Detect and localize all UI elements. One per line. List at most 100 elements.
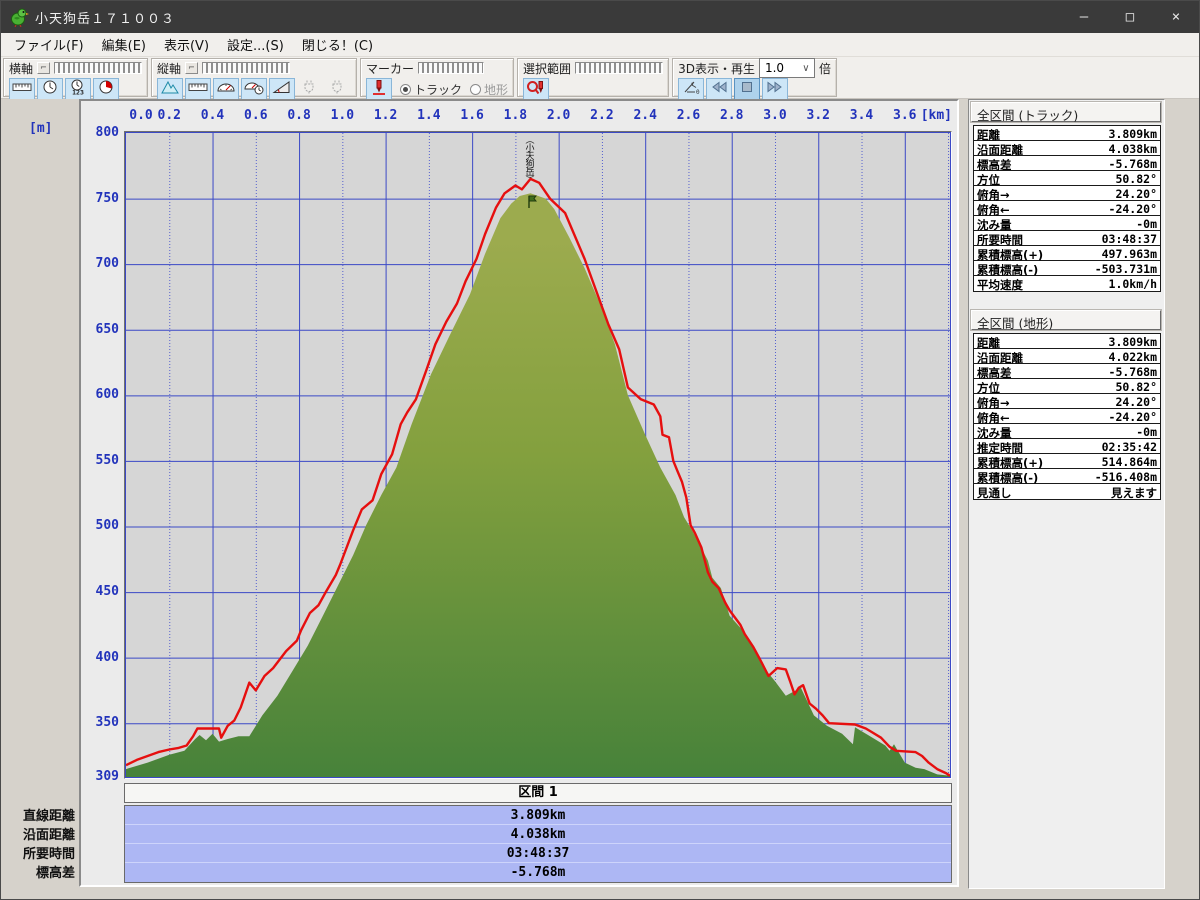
y-pace-button[interactable] xyxy=(241,78,267,100)
view-3d-button[interactable]: 0 xyxy=(678,78,704,100)
x-tick-label: 0.0 xyxy=(126,108,156,123)
close-button[interactable]: × xyxy=(1153,1,1199,33)
y-axis-unit-label: [m] xyxy=(29,121,52,136)
app-window: 小天狗岳１７１００３ – □ × ファイル(F)編集(E)表示(V)設定...(… xyxy=(0,0,1200,900)
x-tick-label: 2.4 xyxy=(630,108,660,123)
x-distance-button[interactable] xyxy=(9,78,35,100)
x-axis-mini-button[interactable]: ⌐ xyxy=(37,62,50,74)
stat-row: 沈み量-0m xyxy=(974,424,1160,439)
maximize-button[interactable]: □ xyxy=(1107,1,1153,33)
menu-item-file[interactable]: ファイル(F) xyxy=(5,33,93,56)
rewind-button[interactable] xyxy=(706,78,732,100)
marker-slider[interactable] xyxy=(418,62,484,74)
mountain-icon xyxy=(160,79,180,99)
stat-row: 所要時間03:48:37 xyxy=(974,231,1160,246)
y-axis-slider[interactable] xyxy=(202,62,290,74)
menu-item-settings[interactable]: 設定...(S) xyxy=(218,33,293,56)
x-time-number-button[interactable]: 123 xyxy=(65,78,91,100)
y-axis-mini-button[interactable]: ⌐ xyxy=(185,62,198,74)
toolbar-group-label-y-axis: 縦軸 xyxy=(157,60,181,77)
plot-frame: （小天狗岳） xyxy=(124,131,952,779)
y-elevation-button[interactable] xyxy=(157,78,183,100)
toolbar-group-x-axis: 横軸 ⌐ 123 xyxy=(3,58,148,97)
menu-item-view[interactable]: 表示(V) xyxy=(155,33,218,56)
window-title: 小天狗岳１７１００３ xyxy=(35,8,175,27)
stat-label: 推定時間 xyxy=(974,439,1023,453)
menu-item-edit[interactable]: 編集(E) xyxy=(93,33,155,56)
stat-value: 02:35:42 xyxy=(1102,439,1160,453)
y-tick-label: 750 xyxy=(83,191,119,206)
stat-value: -24.20° xyxy=(1109,201,1160,215)
minimize-button[interactable]: – xyxy=(1061,1,1107,33)
stat-row: 累積標高(+) 497.963m xyxy=(974,246,1160,261)
x-axis-slider[interactable] xyxy=(54,62,142,74)
ruler-icon xyxy=(188,79,208,99)
selection-slider[interactable] xyxy=(575,62,663,74)
toolbar-group-y-axis: 縦軸 ⌐ xyxy=(151,58,357,97)
stop-button[interactable] xyxy=(734,78,760,100)
stat-row: 方位 50.82° xyxy=(974,171,1160,186)
marker-pen-button[interactable] xyxy=(366,78,392,100)
peak-flag-icon xyxy=(527,195,537,212)
stat-value: 50.82° xyxy=(1115,379,1160,393)
stat-value: -24.20° xyxy=(1109,409,1160,423)
y-tick-label: 550 xyxy=(83,453,119,468)
stat-row: 推定時間 02:35:42 xyxy=(974,439,1160,454)
y-speed-button[interactable] xyxy=(213,78,239,100)
stat-row: 累積標高(-)-516.408m xyxy=(974,469,1160,484)
x-tick-label: 3.4 xyxy=(847,108,877,123)
menu-item-close[interactable]: 閉じる！(C) xyxy=(293,33,382,56)
stat-value: 497.963m xyxy=(1102,246,1160,260)
stat-row: 平均速度1.0km/h xyxy=(974,276,1160,291)
triangle-icon xyxy=(272,79,292,99)
x-elapsed-button[interactable] xyxy=(93,78,119,100)
stat-row: 累積標高(-)-503.731m xyxy=(974,261,1160,276)
stat-row: 俯角→24.20° xyxy=(974,186,1160,201)
stat-label: 累積標高(+) xyxy=(974,246,1043,260)
radio-track[interactable]: トラック xyxy=(400,81,462,98)
stat-value: 3.809km xyxy=(1109,334,1160,348)
x-tick-label: 2.6 xyxy=(673,108,703,123)
toolbar-group-playback: 3D表示・再生1.0∨倍0 xyxy=(672,58,837,97)
titlebar: 小天狗岳１７１００３ – □ × xyxy=(1,1,1199,33)
select-range-button[interactable] xyxy=(523,78,549,100)
stat-row: 距離3.809km xyxy=(974,126,1160,141)
y-distance-button[interactable] xyxy=(185,78,211,100)
y-slope-button[interactable] xyxy=(269,78,295,100)
stat-label: 沿面距離 xyxy=(974,349,1023,363)
section-table-header: 区間 1 xyxy=(124,783,952,803)
rewind-icon xyxy=(709,79,729,99)
plug-icon xyxy=(328,79,348,99)
stat-row: 沿面距離4.022km xyxy=(974,349,1160,364)
y-tick-label: 400 xyxy=(83,650,119,665)
x-tick-label: 2.8 xyxy=(717,108,747,123)
play-icon xyxy=(765,79,785,99)
y-tick-label: 800 xyxy=(83,125,119,140)
section-value-沿面距離: 4.038km xyxy=(125,825,951,844)
graph-container: （小天狗岳） 区間 1 3.809km4.038km03:48:37-5.768… xyxy=(79,99,959,887)
playback-speed-select[interactable]: 1.0∨ xyxy=(759,58,815,78)
plug-icon xyxy=(300,79,320,99)
stat-label: 方位 xyxy=(974,171,1000,185)
stat-value: 4.038km xyxy=(1109,141,1160,155)
stat-value: -516.408m xyxy=(1095,469,1160,483)
stat-label: 距離 xyxy=(974,126,1000,140)
clock-123-icon: 123 xyxy=(68,79,88,99)
stat-label: 方位 xyxy=(974,379,1000,393)
stat-row: 沿面距離4.038km xyxy=(974,141,1160,156)
app-icon xyxy=(9,7,29,27)
stat-value: 50.82° xyxy=(1115,171,1160,185)
stat-value: -0m xyxy=(1136,216,1160,230)
stop-icon xyxy=(737,79,757,99)
x-time-button[interactable] xyxy=(37,78,63,100)
section-row-label: 所要時間 xyxy=(5,843,75,862)
y-tick-label: 350 xyxy=(83,715,119,730)
stat-row: 方位 50.82° xyxy=(974,379,1160,394)
stat-row: 俯角←-24.20° xyxy=(974,201,1160,216)
elevation-plot[interactable]: （小天狗岳） xyxy=(125,132,951,778)
y-tick-label: 450 xyxy=(83,584,119,599)
y-tick-label: 500 xyxy=(83,518,119,533)
terrain-area xyxy=(126,193,950,777)
play-button[interactable] xyxy=(762,78,788,100)
toolbar-group-label-x-axis: 横軸 xyxy=(9,60,33,77)
